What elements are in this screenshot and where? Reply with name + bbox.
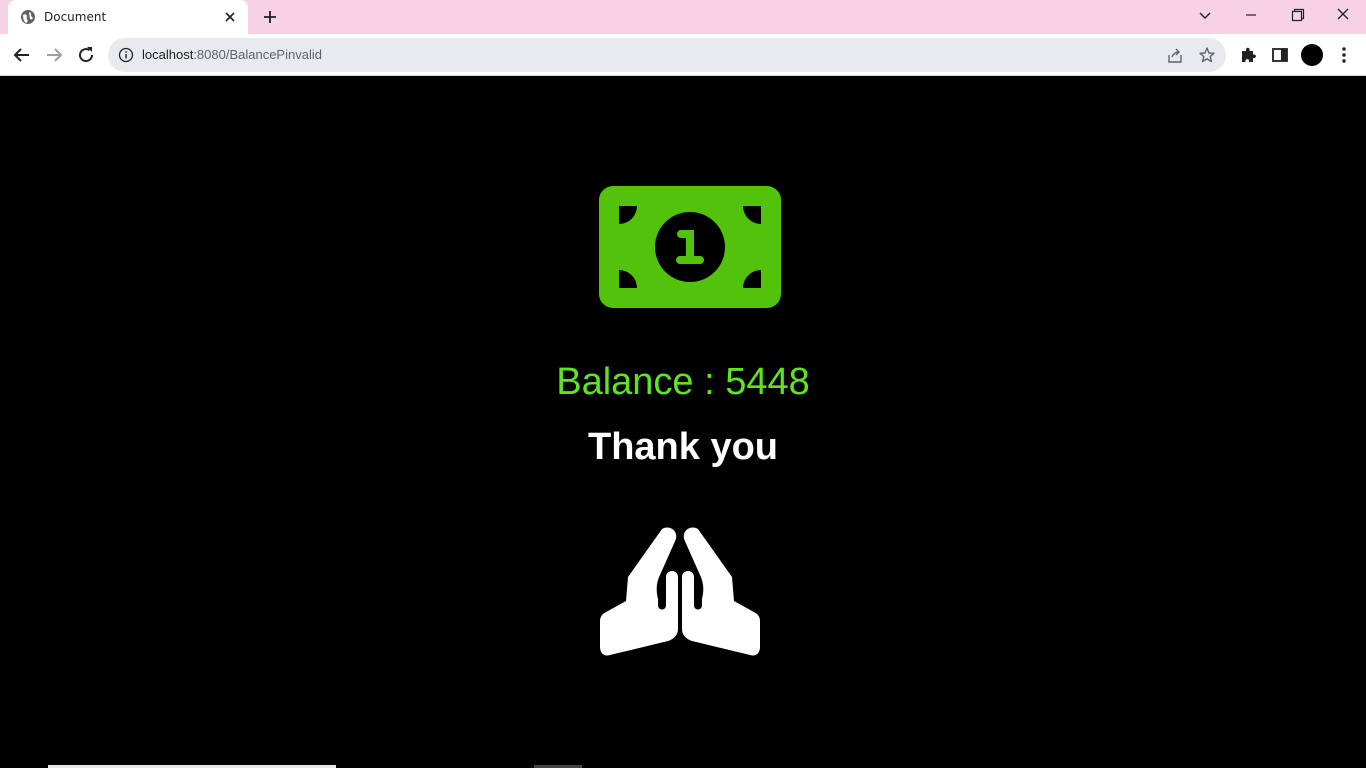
address-bar[interactable]: localhost:8080/BalancePinvalid	[108, 38, 1226, 72]
close-tab-icon[interactable]	[222, 9, 238, 25]
close-window-icon[interactable]	[1331, 5, 1355, 27]
tab-search-icon[interactable]	[1193, 5, 1217, 27]
money-bill-icon	[599, 186, 781, 308]
restore-icon[interactable]	[1285, 5, 1309, 27]
reload-icon[interactable]	[74, 43, 98, 67]
url-host: localhost	[142, 47, 194, 62]
balance-text: Balance : 5448	[556, 361, 810, 403]
praying-hands-icon	[600, 527, 760, 656]
side-panel-icon[interactable]	[1270, 45, 1290, 65]
forward-icon[interactable]	[42, 43, 66, 67]
menu-kebab-icon[interactable]	[1334, 45, 1354, 65]
site-info-icon[interactable]	[118, 47, 134, 63]
globe-icon	[21, 10, 35, 24]
tab-title: Document	[44, 10, 107, 24]
browser-toolbar: localhost:8080/BalancePinvalid	[0, 34, 1366, 76]
minimize-icon[interactable]	[1239, 5, 1263, 27]
page-content: Balance : 5448 Thank you	[0, 77, 1366, 768]
profile-avatar[interactable]	[1301, 44, 1323, 66]
tab-document[interactable]: Document	[8, 0, 248, 34]
tab-strip: Document	[0, 0, 1366, 34]
thank-you-heading: Thank you	[587, 426, 779, 468]
new-tab-icon[interactable]	[260, 7, 280, 27]
url-text[interactable]: localhost:8080/BalancePinvalid	[142, 47, 322, 63]
extensions-puzzle-icon[interactable]	[1238, 45, 1258, 65]
url-path: :8080/BalancePinvalid	[193, 47, 322, 62]
bookmark-star-icon[interactable]	[1198, 46, 1216, 64]
back-icon[interactable]	[10, 43, 34, 67]
share-icon[interactable]	[1166, 47, 1184, 65]
